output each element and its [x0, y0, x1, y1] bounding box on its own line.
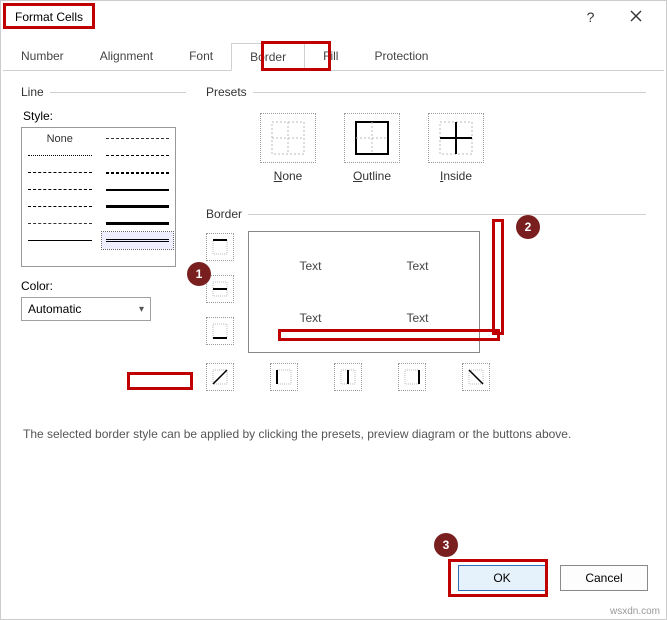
line-style-1[interactable] — [24, 147, 96, 164]
tab-content: Line Style: None — [1, 71, 666, 455]
border-left-button[interactable] — [270, 363, 298, 391]
line-style-double[interactable] — [102, 232, 174, 249]
line-style-list[interactable]: None — [21, 127, 176, 267]
right-section: Presets None Outline — [206, 85, 646, 405]
border-diag-down-button[interactable] — [462, 363, 490, 391]
border-bottom-icon — [211, 322, 229, 340]
ok-button[interactable]: OK — [458, 565, 546, 591]
preset-none-label: None — [260, 169, 316, 183]
line-style-8[interactable] — [102, 130, 174, 147]
preview-cell: Text — [364, 292, 471, 344]
line-style-11[interactable] — [102, 181, 174, 198]
line-style-9[interactable] — [102, 147, 174, 164]
chevron-down-icon: ▾ — [139, 304, 144, 315]
preset-outline-label: Outline — [344, 169, 400, 183]
border-preview[interactable]: Text Text Text Text — [248, 231, 480, 353]
line-style-5[interactable] — [24, 215, 96, 232]
preset-inside-label: Inside — [428, 169, 484, 183]
preset-outline-icon — [355, 121, 389, 155]
border-bottom-button[interactable] — [206, 317, 234, 345]
presets-group: Presets None Outline — [206, 85, 646, 193]
tab-font[interactable]: Font — [171, 43, 231, 70]
preset-outline[interactable]: Outline — [344, 113, 400, 183]
border-top-icon — [211, 238, 229, 256]
tab-fill[interactable]: Fill — [305, 43, 356, 70]
line-group-label: Line — [21, 85, 50, 99]
line-style-13[interactable] — [102, 215, 174, 232]
border-vmid-button[interactable] — [334, 363, 362, 391]
line-style-none[interactable]: None — [24, 130, 96, 147]
close-icon — [630, 10, 642, 22]
line-style-10[interactable] — [102, 164, 174, 181]
dialog-title: Format Cells — [9, 8, 89, 26]
border-diag-up-icon — [211, 368, 229, 386]
close-button[interactable] — [613, 4, 658, 30]
border-right-icon — [403, 368, 421, 386]
preset-inside[interactable]: Inside — [428, 113, 484, 183]
preset-outline-button[interactable] — [344, 113, 400, 163]
border-left-icon — [275, 368, 293, 386]
border-hmid-button[interactable] — [206, 275, 234, 303]
tab-protection[interactable]: Protection — [356, 43, 446, 70]
preview-cell: Text — [257, 292, 364, 344]
line-style-3[interactable] — [24, 181, 96, 198]
line-style-12[interactable] — [102, 198, 174, 215]
preview-cell: Text — [364, 240, 471, 292]
tab-alignment[interactable]: Alignment — [82, 43, 171, 70]
line-section: Line Style: None — [21, 85, 186, 405]
cancel-button[interactable]: Cancel — [560, 565, 648, 591]
preview-cell: Text — [257, 240, 364, 292]
help-button[interactable]: ? — [568, 4, 613, 30]
border-diag-up-button[interactable] — [206, 363, 234, 391]
tab-number[interactable]: Number — [3, 43, 82, 70]
color-value: Automatic — [28, 302, 81, 316]
color-label: Color: — [21, 279, 186, 293]
border-group-label: Border — [206, 207, 248, 221]
preset-none-icon — [271, 121, 305, 155]
annotation-badge-3: 3 — [434, 533, 458, 557]
presets-group-label: Presets — [206, 85, 253, 99]
preset-inside-button[interactable] — [428, 113, 484, 163]
line-style-2[interactable] — [24, 164, 96, 181]
watermark: wsxdn.com — [610, 606, 660, 617]
preset-inside-icon — [439, 121, 473, 155]
preset-none[interactable]: None — [260, 113, 316, 183]
line-style-4[interactable] — [24, 198, 96, 215]
preset-none-button[interactable] — [260, 113, 316, 163]
border-diag-down-icon — [467, 368, 485, 386]
hint-text: The selected border style can be applied… — [23, 427, 644, 441]
tab-border[interactable]: Border — [231, 43, 305, 71]
titlebar: Format Cells ? — [1, 1, 666, 33]
style-label: Style: — [23, 109, 186, 123]
color-dropdown[interactable]: Automatic ▾ — [21, 297, 151, 321]
line-style-6[interactable] — [24, 232, 96, 249]
border-hmid-icon — [211, 280, 229, 298]
format-cells-dialog: Format Cells ? Number Alignment Font Bor… — [0, 0, 667, 620]
line-group: Line Style: None — [21, 85, 186, 321]
border-vmid-icon — [339, 368, 357, 386]
border-group: Border Text Text Text Text — [206, 207, 646, 391]
border-top-button[interactable] — [206, 233, 234, 261]
dialog-button-bar: OK Cancel — [458, 565, 648, 591]
border-right-button[interactable] — [398, 363, 426, 391]
tab-strip: Number Alignment Font Border Fill Protec… — [3, 43, 664, 71]
